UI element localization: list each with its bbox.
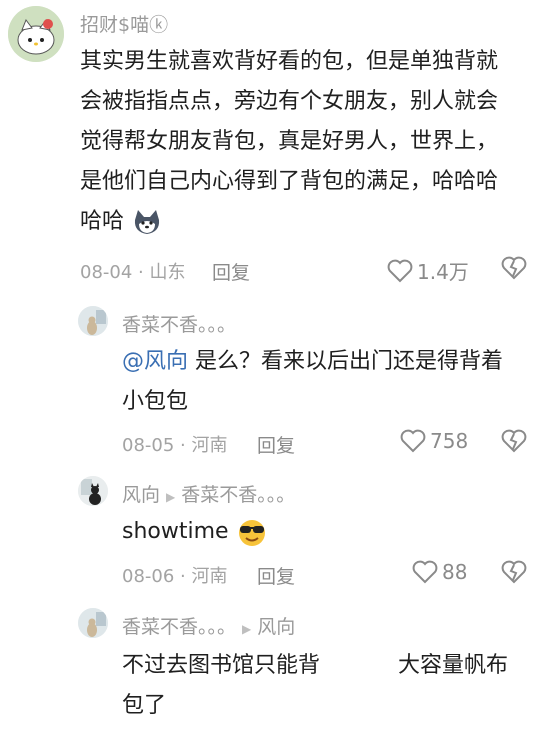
like-button[interactable]: 88: [412, 560, 467, 584]
username[interactable]: 香菜不香。。。: [122, 616, 236, 638]
sunglasses-emoji-icon: [238, 520, 265, 546]
reply-header: 风向 ▶ 香菜不香。。。: [122, 480, 295, 507]
like-count: 1.4万: [417, 260, 469, 284]
comment-text-line: 小包包: [122, 389, 189, 414]
reply-button[interactable]: 回复: [212, 258, 250, 285]
comment-text-line: @风向 是么？看来以后出门还是得背着: [122, 342, 503, 382]
reply-button[interactable]: 回复: [257, 431, 295, 458]
like-button[interactable]: 1.4万: [387, 256, 469, 285]
comment-text-line: 会被指指点点，旁边有个女朋友，别人就会: [80, 89, 499, 114]
comment-text: showtime: [122, 519, 229, 544]
username[interactable]: 风向: [122, 484, 160, 506]
comment-1: 招财$喵ⓚ 其实男生就喜欢背好看的包，但是单独背就 会被指指点点，旁边有个女朋友…: [0, 0, 536, 290]
comment-text-line: 其实男生就喜欢背好看的包，但是单独背就: [80, 49, 499, 74]
dislike-button[interactable]: [500, 560, 528, 588]
location: 河南: [191, 435, 228, 456]
dislike-button[interactable]: [500, 429, 528, 457]
reply-arrow-icon: ▶: [166, 490, 176, 504]
avatar[interactable]: [78, 306, 108, 336]
comment-3: 风向 ▶ 香菜不香。。。 showtime 08-06 · 河南 回复 88: [0, 470, 536, 600]
comment-4: 香菜不香。。。 ▶ 风向 不过去图书馆只能背 大容量帆布 包了: [0, 602, 536, 729]
location: 河南: [191, 566, 228, 587]
reply-arrow-icon: ▶: [242, 622, 252, 636]
comment-meta: 08-06 · 河南: [122, 562, 228, 588]
reply-header: 香菜不香。。。 ▶ 风向: [122, 612, 295, 639]
comment-text: 哈哈: [80, 209, 125, 234]
reply-to-username[interactable]: 风向: [257, 616, 295, 638]
comment-2: 香菜不香。。。 @风向 是么？看来以后出门还是得背着 小包包 08-05 · 河…: [0, 300, 536, 470]
comment-text-line: 哈哈: [80, 202, 163, 242]
date: 08-04: [80, 262, 133, 283]
heart-icon: [400, 429, 426, 453]
like-count: 88: [442, 560, 468, 584]
date: 08-06: [122, 566, 175, 587]
comment-text-line: 不过去图书馆只能背: [122, 653, 321, 678]
cat-avatar-icon: [78, 608, 108, 638]
comment-text-line: 包了: [122, 693, 167, 718]
comment-text-line: 觉得帮女朋友背包，真是好男人，世界上，: [80, 129, 499, 154]
location: 山东: [149, 262, 186, 283]
like-count: 758: [430, 429, 469, 453]
username[interactable]: 香菜不香。。。: [122, 310, 236, 337]
username[interactable]: 招财$喵ⓚ: [80, 10, 168, 37]
comment-text-line: showtime: [122, 512, 268, 552]
heart-icon: [387, 259, 413, 282]
avatar[interactable]: [78, 608, 108, 638]
separator: ·: [180, 566, 186, 587]
comment-meta: 08-04 · 山东: [80, 258, 186, 284]
separator: ·: [180, 435, 186, 456]
comment-text-line: 是他们自己内心得到了背包的满足，哈哈哈: [80, 169, 499, 194]
black-cat-avatar-icon: [78, 476, 108, 506]
avatar[interactable]: [8, 6, 64, 62]
husky-emoji-icon: [134, 210, 160, 234]
broken-heart-icon: [501, 429, 527, 453]
comment-text: 是么？看来以后出门还是得背着: [188, 349, 504, 374]
like-button[interactable]: 758: [400, 429, 468, 453]
reply-button[interactable]: 回复: [257, 562, 295, 589]
hello-kitty-avatar-icon: [8, 6, 64, 62]
comment-text-line: 大容量帆布: [398, 653, 509, 678]
comment-meta: 08-05 · 河南: [122, 431, 228, 457]
cat-avatar-icon: [78, 306, 108, 336]
mention-link[interactable]: @风向: [122, 349, 188, 374]
heart-icon: [412, 560, 438, 584]
date: 08-05: [122, 435, 175, 456]
broken-heart-icon: [501, 256, 527, 280]
broken-heart-icon: [501, 560, 527, 584]
dislike-button[interactable]: [500, 256, 528, 284]
avatar[interactable]: [78, 476, 108, 506]
reply-to-username[interactable]: 香菜不香。。。: [181, 484, 295, 506]
separator: ·: [138, 262, 144, 283]
